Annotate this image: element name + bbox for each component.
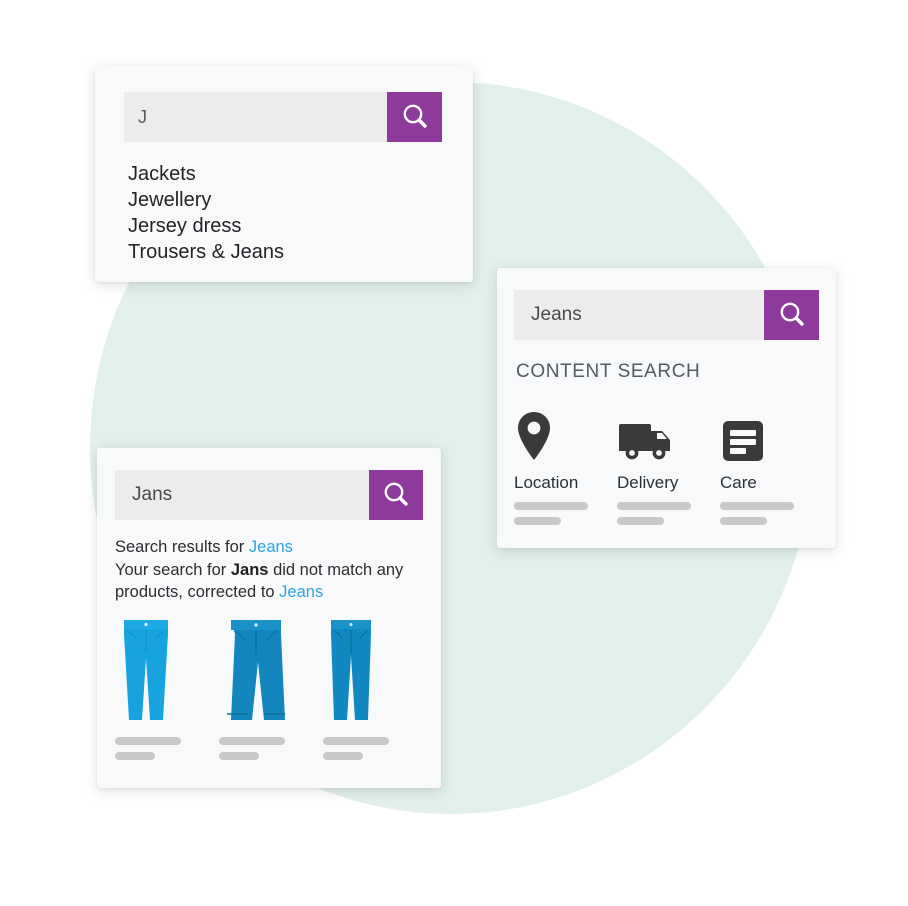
content-tile-label: Delivery — [617, 473, 679, 492]
content-search-card: Jeans CONTENT SEARCH Location Delivery C… — [497, 268, 836, 548]
placeholder-bar — [514, 517, 561, 525]
search-results-card: Jans Search results for Jeans Your searc… — [97, 448, 441, 788]
search-button[interactable] — [369, 470, 423, 520]
section-title: CONTENT SEARCH — [516, 361, 701, 382]
placeholder-bar — [115, 737, 181, 745]
results-line1-term[interactable]: Jeans — [249, 538, 293, 556]
suggestion-item[interactable]: Jackets — [128, 161, 448, 187]
jeans-wide-icon — [219, 614, 323, 724]
placeholder-bar — [617, 517, 664, 525]
content-tile-location[interactable]: Location — [514, 408, 617, 532]
product-card[interactable] — [323, 614, 427, 767]
results-line1-prefix: Search results for — [115, 538, 249, 556]
document-lines-icon — [720, 408, 823, 464]
suggestion-list: Jackets Jewellery Jersey dress Trousers … — [128, 161, 448, 265]
placeholder-bars — [323, 737, 427, 760]
content-tile-label: Care — [720, 473, 757, 492]
results-message: Search results for Jeans Your search for… — [115, 536, 427, 604]
placeholder-bars — [115, 737, 219, 760]
results-searchbar: Jans — [115, 470, 423, 520]
content-tile-delivery[interactable]: Delivery — [617, 408, 720, 532]
content-tile-row: Location Delivery Care — [514, 408, 824, 532]
placeholder-bar — [115, 752, 155, 760]
search-icon — [776, 299, 808, 331]
search-input[interactable]: Jeans — [514, 290, 764, 340]
search-button[interactable] — [764, 290, 819, 340]
illustration-stage: J Jackets Jewellery Jersey dress Trouser… — [0, 0, 908, 906]
placeholder-bar — [323, 737, 389, 745]
placeholder-bars — [720, 502, 823, 525]
placeholder-bars — [514, 502, 617, 525]
map-pin-icon — [514, 408, 617, 464]
truck-icon — [617, 408, 720, 464]
suggestion-item[interactable]: Jersey dress — [128, 213, 448, 239]
placeholder-bars — [219, 737, 323, 760]
search-icon — [380, 479, 412, 511]
placeholder-bar — [514, 502, 588, 510]
placeholder-bar — [720, 502, 794, 510]
product-card[interactable] — [115, 614, 219, 767]
autosuggest-searchbar: J — [124, 92, 442, 142]
content-tile-care[interactable]: Care — [720, 408, 823, 532]
search-icon — [399, 101, 431, 133]
autosuggest-card: J Jackets Jewellery Jersey dress Trouser… — [95, 66, 473, 282]
placeholder-bar — [219, 737, 285, 745]
results-line2-prefix: Your search for — [115, 560, 231, 579]
results-line2-term2[interactable]: Jeans — [279, 583, 323, 601]
product-card[interactable] — [219, 614, 323, 767]
results-line2-term: Jans — [230, 560, 269, 579]
search-button[interactable] — [387, 92, 442, 142]
search-input[interactable]: J — [124, 92, 387, 142]
product-row — [115, 614, 427, 767]
suggestion-item[interactable]: Trousers & Jeans — [128, 239, 448, 265]
search-input[interactable]: Jans — [115, 470, 369, 520]
placeholder-bar — [617, 502, 691, 510]
placeholder-bar — [219, 752, 259, 760]
placeholder-bar — [323, 752, 363, 760]
suggestion-item[interactable]: Jewellery — [128, 187, 448, 213]
content-tile-label: Location — [514, 473, 579, 492]
jeans-straight-icon — [323, 614, 427, 724]
placeholder-bar — [720, 517, 767, 525]
content-searchbar: Jeans — [514, 290, 819, 340]
jeans-skinny-icon — [115, 614, 219, 724]
placeholder-bars — [617, 502, 720, 525]
